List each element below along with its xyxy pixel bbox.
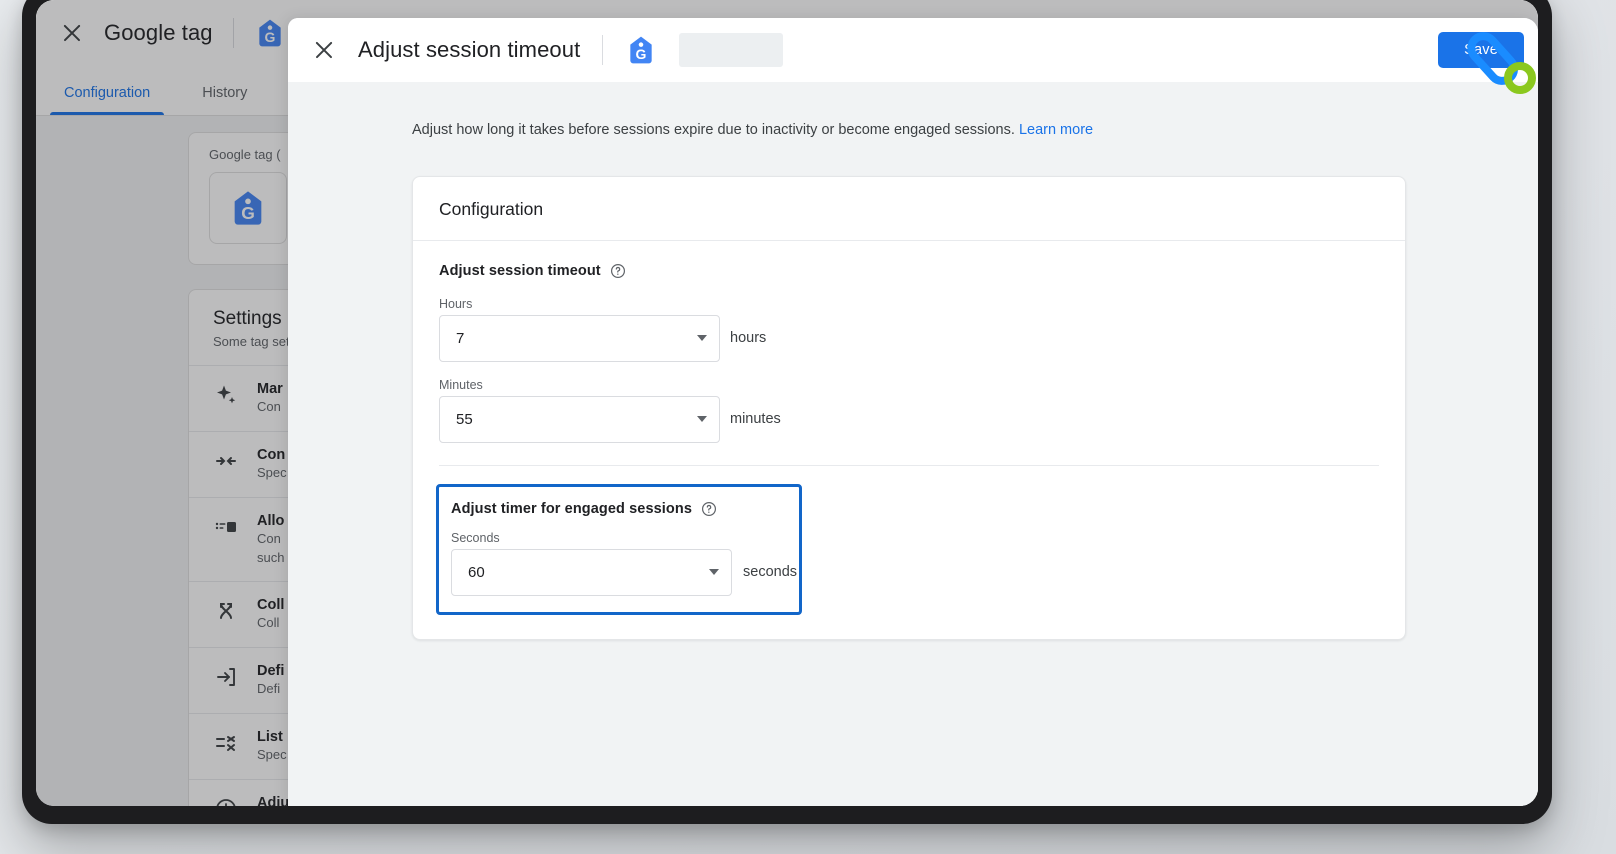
hours-value: 7 <box>456 329 465 347</box>
hours-field-group: Hours 7 hours <box>439 297 1379 362</box>
modal-topbar-divider <box>602 35 604 65</box>
hours-label: Hours <box>439 296 473 311</box>
section-divider <box>439 464 1379 466</box>
minutes-value: 55 <box>456 410 473 428</box>
svg-text:G: G <box>636 46 647 62</box>
configuration-card-title: Configuration <box>439 198 544 219</box>
modal-topbar: Adjust session timeout G Save <box>288 18 1538 82</box>
seconds-field-group: Seconds 60 seconds <box>451 530 797 596</box>
session-timeout-heading: Adjust session timeout <box>439 263 1379 279</box>
help-icon[interactable] <box>610 263 626 279</box>
chevron-down-icon <box>697 416 707 423</box>
chevron-down-icon <box>697 335 707 342</box>
minutes-field-row: 55 minutes <box>439 395 1379 443</box>
engaged-sessions-heading-label: Adjust timer for engaged sessions <box>451 500 692 517</box>
hours-suffix: hours <box>730 330 767 347</box>
configuration-card: Configuration Adjust session timeout Hou <box>412 175 1406 640</box>
adjust-session-timeout-modal: Adjust session timeout G Save Adjust how… <box>288 18 1538 806</box>
seconds-value: 60 <box>468 563 485 581</box>
seconds-field-row: 60 seconds <box>451 548 797 596</box>
learn-more-link[interactable]: Learn more <box>1019 122 1093 138</box>
minutes-suffix: minutes <box>730 411 781 428</box>
minutes-field-group: Minutes 55 minutes <box>439 378 1379 443</box>
configuration-card-body: Adjust session timeout Hours 7 hours Min… <box>413 241 1405 639</box>
configuration-card-header: Configuration <box>413 177 1405 241</box>
chevron-down-icon <box>709 569 719 576</box>
seconds-label: Seconds <box>451 530 500 545</box>
save-button[interactable]: Save <box>1438 32 1524 68</box>
hours-select[interactable]: 7 <box>439 314 720 362</box>
modal-description: Adjust how long it takes before sessions… <box>288 120 1538 142</box>
device-screen: Google tag G Configuration History Googl… <box>36 0 1538 806</box>
session-timeout-heading-label: Adjust session timeout <box>439 262 601 279</box>
google-tag-icon: G <box>630 36 652 64</box>
seconds-select[interactable]: 60 <box>451 548 732 596</box>
redacted-tag-name-field <box>679 33 784 67</box>
help-icon[interactable] <box>701 501 717 517</box>
seconds-suffix: seconds <box>743 564 798 581</box>
modal-body: Adjust how long it takes before sessions… <box>288 82 1538 806</box>
modal-title: Adjust session timeout <box>358 37 581 62</box>
hours-field-row: 7 hours <box>439 314 1379 362</box>
engaged-sessions-section[interactable]: Adjust timer for engaged sessions Second… <box>436 483 802 615</box>
engaged-sessions-heading: Adjust timer for engaged sessions <box>451 501 783 517</box>
modal-description-text: Adjust how long it takes before sessions… <box>412 122 1015 138</box>
minutes-select[interactable]: 55 <box>439 395 720 443</box>
close-icon[interactable] <box>312 38 336 62</box>
minutes-label: Minutes <box>439 377 483 392</box>
